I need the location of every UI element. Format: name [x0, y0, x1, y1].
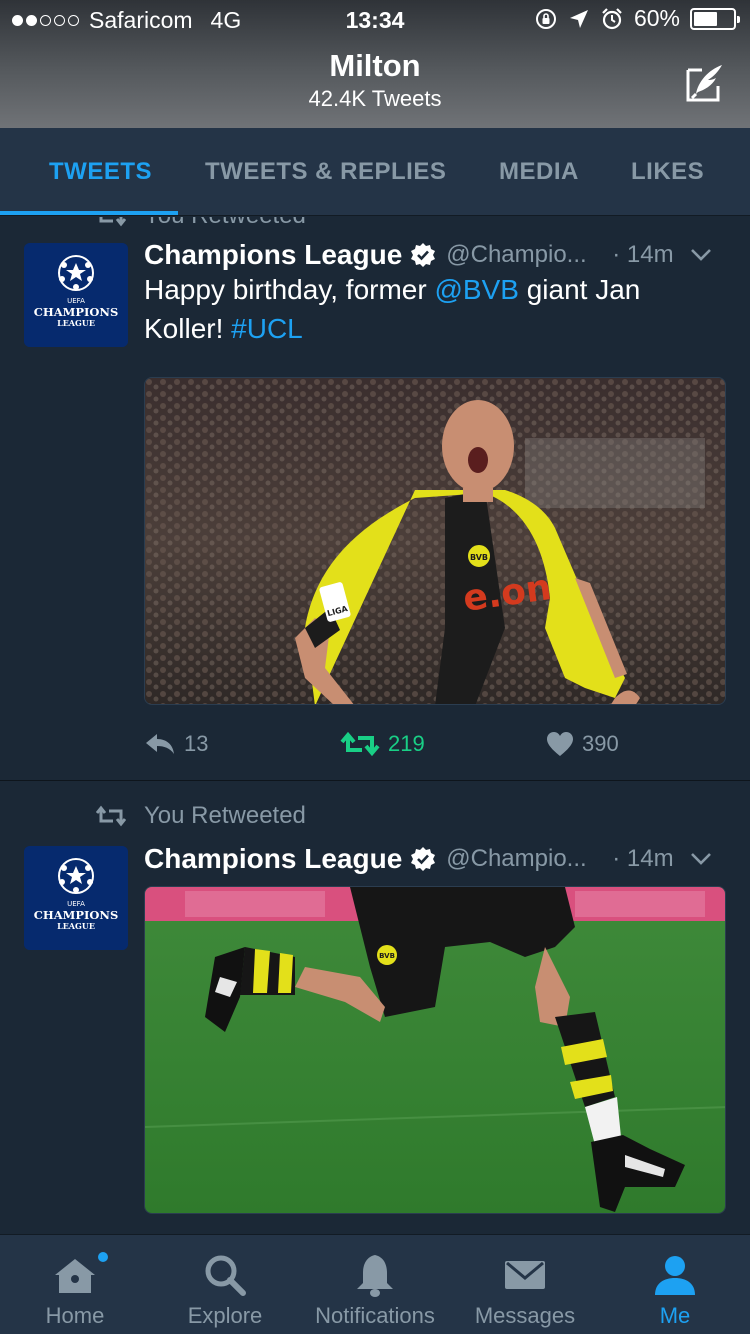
retweet-icon — [340, 731, 380, 757]
champions-league-logo: UEFA CHAMPIONS LEAGUE — [24, 243, 128, 347]
tab-explore[interactable]: Explore — [150, 1235, 300, 1334]
heart-icon — [547, 732, 573, 756]
svg-text:UEFA: UEFA — [67, 900, 85, 908]
tab-messages[interactable]: Messages — [450, 1235, 600, 1334]
notification-badge — [96, 1250, 110, 1264]
tweet-header: Champions League @Champio... · 14m — [144, 235, 728, 275]
app-root: Safaricom 4G 13:34 60% Milton 42.4K Twee… — [0, 0, 750, 1334]
tab-me-label: Me — [659, 1303, 691, 1328]
active-tab-indicator — [0, 211, 178, 215]
tab-likes[interactable]: LIKES — [631, 158, 704, 186]
alarm-clock-icon — [602, 7, 622, 29]
svg-text:BVB: BVB — [470, 553, 488, 562]
svg-text:CHAMPIONS: CHAMPIONS — [34, 908, 119, 922]
tab-tweets-replies[interactable]: TWEETS & REPLIES — [205, 158, 446, 186]
tweet-photo[interactable]: BVB — [144, 886, 726, 1214]
battery-icon — [690, 7, 740, 30]
reply-button[interactable]: 13 — [144, 731, 208, 757]
tab-home[interactable]: Home — [0, 1235, 150, 1334]
tweet-time: · 14m — [612, 241, 674, 268]
envelope-icon — [505, 1261, 545, 1289]
compose-tweet-icon[interactable] — [682, 60, 728, 106]
tweet-time: · 14m — [612, 845, 674, 872]
location-arrow-icon — [569, 9, 588, 28]
avatar[interactable]: UEFA CHAMPIONS LEAGUE — [24, 846, 128, 950]
rotation-lock-icon — [535, 8, 556, 29]
retweet-button[interactable]: 219 — [340, 731, 425, 757]
profile-tabs: TWEETS TWEETS & REPLIES MEDIA LIKES — [0, 128, 750, 216]
timeline[interactable]: You Retweeted UEFA CHAMPIONS LEAGUE Cham… — [0, 217, 750, 1234]
retweet-icon — [99, 217, 126, 227]
svg-text:LEAGUE: LEAGUE — [57, 318, 95, 328]
tweet-text-part: Happy birthday, former — [144, 274, 435, 305]
like-button[interactable]: 390 — [546, 731, 619, 757]
tab-me[interactable]: Me — [600, 1235, 750, 1334]
tab-notifications[interactable]: Notifications — [300, 1235, 450, 1334]
tab-media[interactable]: MEDIA — [499, 158, 579, 186]
svg-text:CHAMPIONS: CHAMPIONS — [34, 305, 119, 319]
reply-count: 13 — [184, 731, 209, 756]
tab-notifications-label: Notifications — [315, 1303, 435, 1328]
tab-tweets[interactable]: TWEETS — [49, 158, 152, 186]
bottom-tab-bar: Home Explore Notifications Messages Me — [0, 1234, 750, 1334]
verified-icon — [411, 847, 436, 871]
champions-league-logo: UEFA CHAMPIONS LEAGUE — [24, 846, 128, 950]
home-icon — [55, 1259, 95, 1293]
tab-explore-label: Explore — [187, 1303, 263, 1328]
retweet-count: 219 — [388, 731, 425, 756]
svg-text:LEAGUE: LEAGUE — [57, 921, 95, 931]
mention-link[interactable]: @BVB — [435, 274, 519, 305]
search-icon — [205, 1255, 246, 1296]
verified-icon — [411, 243, 436, 267]
tweet-actions: 13 219 390 — [144, 731, 704, 771]
retweet-label-text: You Retweeted — [144, 217, 306, 230]
profile-name: Milton — [329, 48, 421, 83]
author-handle[interactable]: @Champio... — [446, 241, 598, 269]
status-right: 60% — [534, 5, 740, 32]
svg-text:UEFA: UEFA — [67, 297, 85, 305]
tweet-count: 42.4K Tweets — [308, 86, 442, 111]
tweet-item[interactable]: You Retweeted UEFA CHAMPIONS LEAGUE Cham… — [0, 781, 750, 1234]
svg-text:BVB: BVB — [379, 952, 395, 960]
author-handle[interactable]: @Champio... — [446, 845, 598, 873]
battery-percent: 60% — [633, 5, 680, 31]
tweet-header: Champions League @Champio... · 14m — [144, 839, 728, 879]
retweet-label: You Retweeted — [96, 217, 306, 231]
avatar[interactable]: UEFA CHAMPIONS LEAGUE — [24, 243, 128, 347]
person-icon — [655, 1256, 695, 1295]
retweet-label-text: You Retweeted — [144, 802, 306, 829]
tweet-text: Happy birthday, former @BVB giant Jan Ko… — [144, 270, 724, 348]
status-bar: Safaricom 4G 13:34 60% — [0, 0, 750, 40]
chevron-down-icon[interactable] — [690, 248, 712, 262]
hashtag-link[interactable]: #UCL — [231, 313, 303, 344]
tab-home-label: Home — [45, 1303, 105, 1328]
author-name[interactable]: Champions League — [144, 843, 402, 875]
tweet-photo[interactable]: e.on BVB LIGA — [144, 377, 726, 705]
retweet-icon — [96, 805, 126, 827]
like-count: 390 — [582, 731, 619, 756]
bell-icon — [357, 1255, 393, 1297]
profile-header: Safaricom 4G 13:34 60% Milton 42.4K Twee… — [0, 0, 750, 128]
author-name[interactable]: Champions League — [144, 239, 402, 271]
reply-icon — [146, 734, 174, 754]
battery-level — [694, 11, 717, 26]
jan-koller-photo: e.on BVB LIGA — [145, 378, 725, 704]
retweet-label: You Retweeted — [96, 801, 306, 831]
tweet-item[interactable]: You Retweeted UEFA CHAMPIONS LEAGUE Cham… — [0, 217, 750, 781]
jan-koller-running-photo: BVB — [145, 887, 725, 1213]
chevron-down-icon[interactable] — [690, 852, 712, 866]
tab-messages-label: Messages — [474, 1303, 576, 1328]
